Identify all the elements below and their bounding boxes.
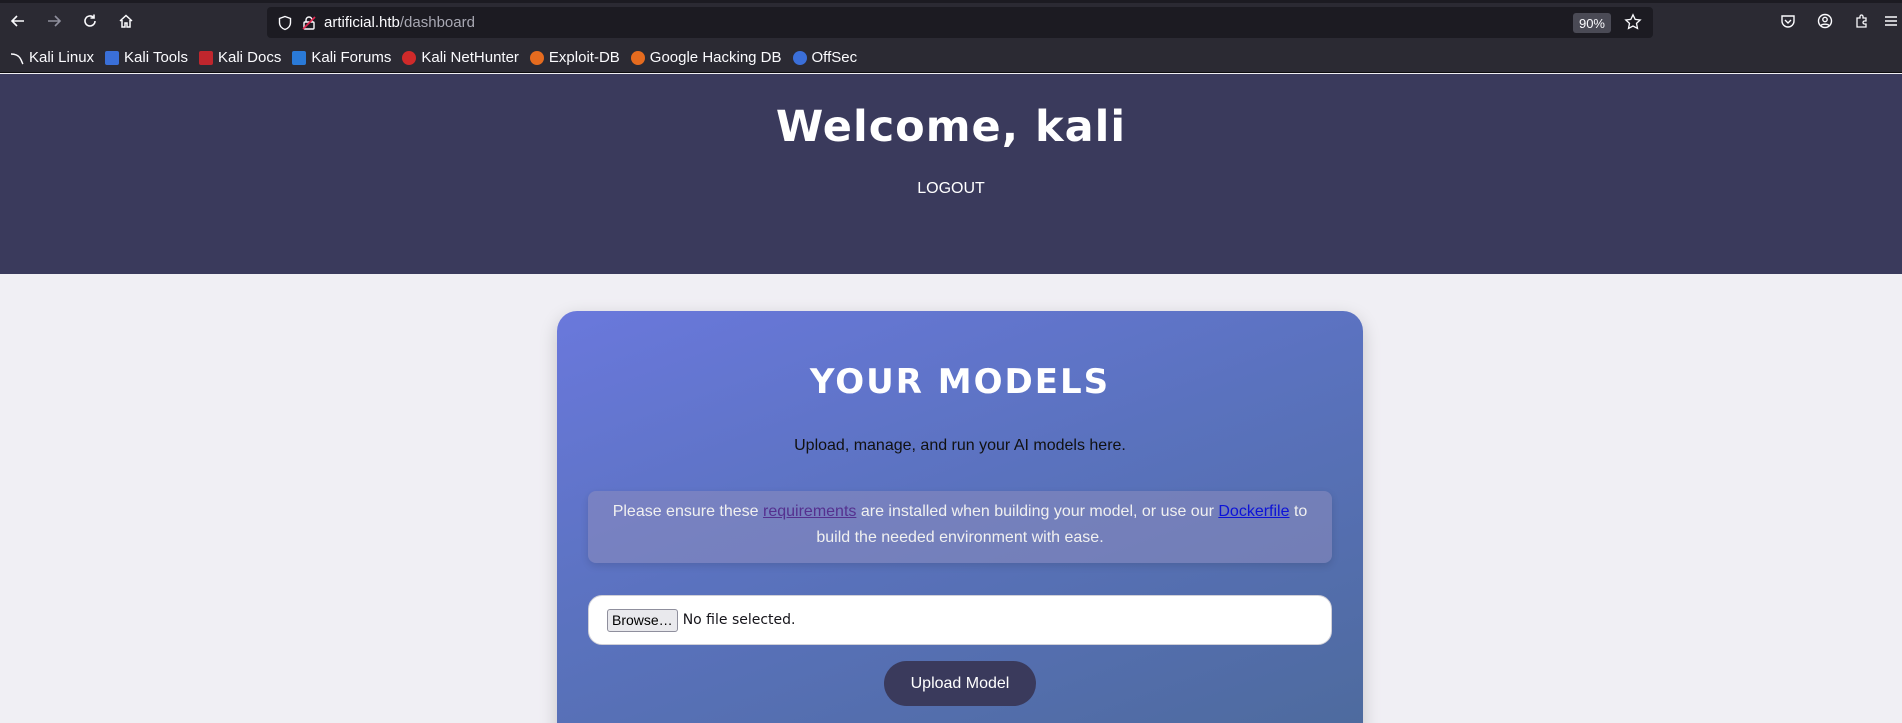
- bookmark-kali-linux[interactable]: Kali Linux: [10, 49, 94, 66]
- bookmark-label: Kali Linux: [29, 49, 95, 66]
- account-button[interactable]: [1806, 3, 1843, 43]
- kali-docs-icon: [198, 50, 213, 65]
- url-text: artificial.htb/dashboard: [324, 14, 475, 31]
- bookmark-google-hacking-db[interactable]: Google Hacking DB: [630, 49, 782, 66]
- zoom-level-badge[interactable]: 90%: [1572, 13, 1611, 33]
- welcome-title: Welcome, kali: [775, 102, 1127, 152]
- insecure-lock-icon[interactable]: [300, 14, 318, 32]
- kali-tools-icon: [105, 50, 120, 65]
- models-subtitle: Upload, manage, and run your AI models h…: [794, 437, 1126, 454]
- bookmark-star-icon[interactable]: [1623, 12, 1643, 32]
- upload-model-button[interactable]: Upload Model: [884, 661, 1036, 706]
- bookmark-kali-docs[interactable]: Kali Docs: [198, 49, 282, 66]
- bookmark-kali-forums[interactable]: Kali Forums: [292, 49, 391, 66]
- url-host: artificial.htb: [324, 14, 400, 31]
- bookmark-label: Exploit-DB: [548, 49, 620, 66]
- pocket-icon: [1780, 13, 1796, 34]
- kali-dragon-icon: [10, 51, 24, 65]
- bookmark-exploit-db[interactable]: Exploit-DB: [529, 49, 620, 66]
- dockerfile-link[interactable]: Dockerfile: [1218, 503, 1289, 520]
- offsec-icon: [792, 50, 807, 65]
- kali-nethunter-icon: [402, 50, 417, 65]
- pocket-button[interactable]: [1769, 3, 1806, 43]
- notice-text-before: Please ensure these: [612, 503, 764, 520]
- menu-button[interactable]: [1880, 3, 1902, 43]
- bookmark-kali-nethunter[interactable]: Kali NetHunter: [402, 49, 519, 66]
- page-content: Welcome, kali LOGOUT YOUR MODELS Upload,…: [0, 74, 1902, 723]
- kali-forums-icon: [292, 50, 307, 65]
- arrow-right-icon: [46, 13, 62, 34]
- toolbar-right-tools: [1769, 3, 1902, 43]
- bookmarks-toolbar: Kali Linux Kali Tools Kali Docs Kali For…: [0, 43, 1902, 73]
- bookmark-offsec[interactable]: OffSec: [792, 49, 858, 66]
- browse-button[interactable]: Browse…: [607, 608, 678, 632]
- account-icon: [1817, 13, 1833, 34]
- requirements-link[interactable]: requirements: [763, 503, 856, 520]
- home-button[interactable]: [108, 3, 144, 43]
- page-header: Welcome, kali LOGOUT: [0, 74, 1902, 274]
- google-hacking-db-icon: [630, 50, 645, 65]
- url-bar[interactable]: artificial.htb/dashboard 90%: [267, 7, 1653, 38]
- browser-toolbar: artificial.htb/dashboard 90%: [0, 3, 1902, 43]
- back-button[interactable]: [0, 3, 36, 43]
- bookmark-label: Kali Docs: [217, 49, 282, 66]
- puzzle-icon: [1854, 13, 1870, 34]
- exploit-db-icon: [529, 50, 544, 65]
- extensions-button[interactable]: [1843, 3, 1880, 43]
- forward-button[interactable]: [36, 3, 72, 43]
- arrow-left-icon: [10, 13, 26, 34]
- bookmark-label: Google Hacking DB: [649, 49, 782, 66]
- models-title: YOUR MODELS: [809, 362, 1111, 402]
- hamburger-menu-icon: [1884, 14, 1898, 33]
- requirements-notice: Please ensure these requirements are ins…: [588, 491, 1332, 563]
- file-status-text: No file selected.: [682, 612, 796, 628]
- url-path: /dashboard: [399, 14, 475, 31]
- notice-text-middle: are installed when building your model, …: [856, 503, 1219, 520]
- logout-link[interactable]: LOGOUT: [0, 180, 1902, 198]
- shield-icon[interactable]: [276, 14, 294, 32]
- bookmark-kali-tools[interactable]: Kali Tools: [105, 49, 188, 66]
- bookmark-label: OffSec: [811, 49, 858, 66]
- bookmark-label: Kali NetHunter: [421, 49, 519, 66]
- reload-button[interactable]: [72, 3, 108, 43]
- bookmark-label: Kali Forums: [311, 49, 392, 66]
- models-card: YOUR MODELS Upload, manage, and run your…: [557, 311, 1363, 723]
- reload-icon: [82, 13, 98, 34]
- bookmark-label: Kali Tools: [124, 49, 188, 66]
- file-input[interactable]: Browse… No file selected.: [588, 595, 1332, 645]
- home-icon: [118, 13, 134, 34]
